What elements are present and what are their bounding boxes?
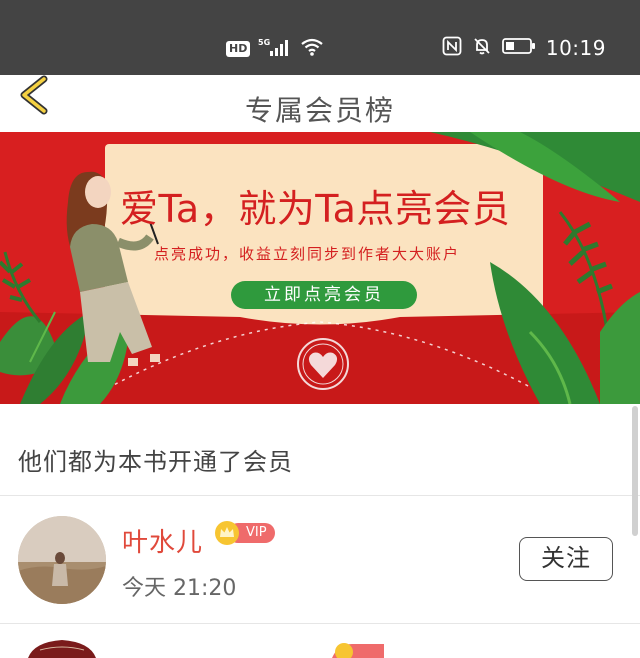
section-title: 他们都为本书开通了会员	[18, 448, 293, 476]
banner-illustration	[0, 132, 640, 404]
hd-icon: HD	[226, 41, 251, 57]
status-right: 10:19	[442, 36, 606, 60]
page-title: 专属会员榜	[244, 94, 395, 127]
status-indicators: HD 5G	[226, 37, 324, 61]
signal-icon: 5G	[258, 37, 292, 61]
banner-headline: 爱Ta，就为Ta点亮会员	[120, 187, 511, 231]
avatar[interactable]	[18, 516, 106, 604]
divider	[0, 495, 640, 496]
crown-icon	[215, 521, 239, 545]
status-bar: HD 5G 10:19	[0, 0, 640, 75]
promo-banner[interactable]	[0, 132, 640, 404]
nav-bar: 专属会员榜	[0, 75, 640, 132]
member-time: 今天 21:20	[122, 576, 237, 601]
activate-membership-button[interactable]: 立即点亮会员	[231, 281, 417, 309]
scrollbar[interactable]	[632, 406, 638, 536]
nfc-icon	[442, 36, 462, 60]
vip-badge: VIP	[214, 520, 275, 546]
bell-muted-icon	[472, 36, 492, 60]
wifi-icon	[300, 37, 324, 61]
banner-subtitle: 点亮成功，收益立刻同步到作者大大账户	[154, 245, 461, 263]
clock: 10:19	[545, 36, 606, 60]
battery-icon	[501, 37, 536, 59]
member-name[interactable]: 叶水儿	[122, 522, 203, 559]
network-type-label: 5G	[258, 38, 270, 47]
follow-button[interactable]: 关注	[519, 537, 613, 581]
divider	[0, 623, 640, 624]
next-row-peek	[28, 640, 384, 658]
